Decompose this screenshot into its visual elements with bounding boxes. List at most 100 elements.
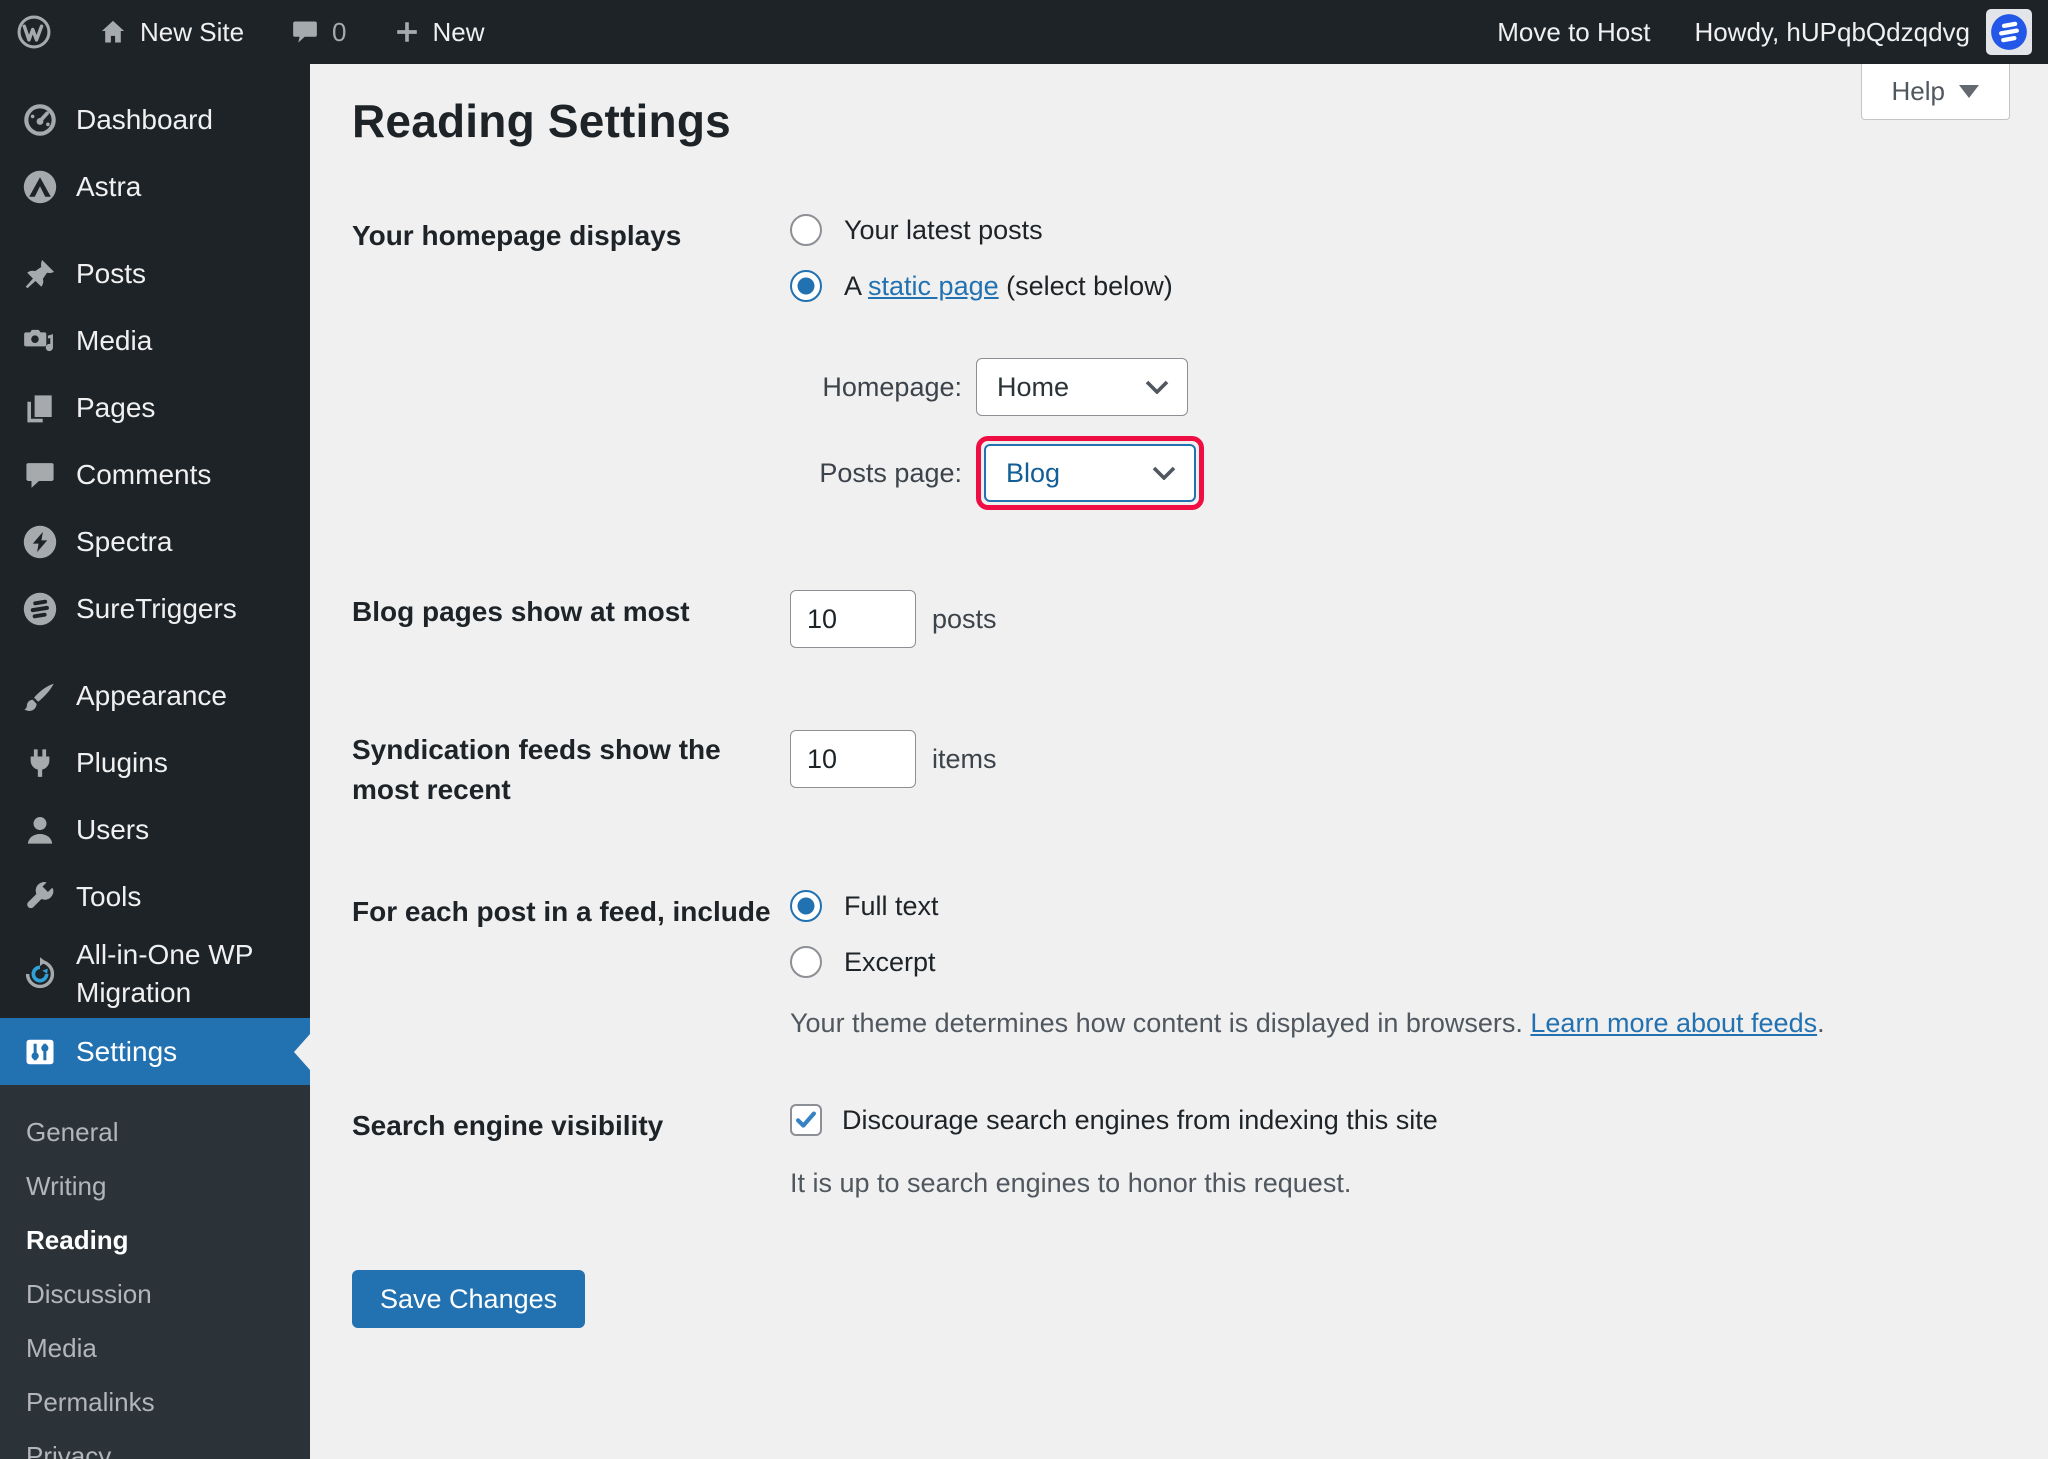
- submenu-item-media[interactable]: Media: [0, 1321, 310, 1375]
- pushpin-icon: [22, 256, 58, 292]
- avatar: [1986, 9, 2032, 55]
- sidebar-item-label: Comments: [76, 458, 212, 490]
- wordpress-logo-menu[interactable]: [16, 14, 52, 50]
- full-text-radio[interactable]: [790, 890, 822, 922]
- static-page-link[interactable]: static page: [868, 271, 999, 301]
- menu-separator: [0, 220, 310, 240]
- chevron-down-icon: [1152, 466, 1176, 480]
- menu-separator: [0, 642, 310, 662]
- page-title: Reading Settings: [352, 95, 731, 147]
- migration-icon: [22, 956, 58, 992]
- astra-icon: [22, 169, 58, 205]
- sidebar-item-label: Plugins: [76, 746, 168, 778]
- check-icon: [796, 1111, 816, 1128]
- help-button[interactable]: Help: [1860, 64, 2010, 120]
- sidebar-item-label: SureTriggers: [76, 592, 237, 624]
- sidebar-item-comments[interactable]: Comments: [0, 441, 310, 508]
- sidebar-item-users[interactable]: Users: [0, 796, 310, 863]
- sidebar-item-label: Dashboard: [76, 103, 213, 135]
- full-text-label: Full text: [844, 890, 939, 921]
- latest-posts-label: Your latest posts: [844, 214, 1043, 245]
- sidebar-item-settings[interactable]: Settings: [0, 1018, 310, 1085]
- pages-icon: [22, 390, 58, 426]
- feed-include-label: For each post in a feed, include: [352, 896, 771, 927]
- main-content: Reading Settings Your homepage displays …: [310, 64, 2048, 1459]
- posts-per-page-input[interactable]: [790, 590, 916, 648]
- blog-pages-row: Blog pages show at most posts: [352, 590, 2008, 648]
- settings-icon: [22, 1034, 58, 1070]
- sidebar-item-dashboard[interactable]: Dashboard: [0, 86, 310, 153]
- admin-sidebar: Dashboard Astra Posts Media Pages Commen…: [0, 64, 310, 1459]
- plus-icon: [393, 18, 421, 46]
- search-visibility-label: Search engine visibility: [352, 1110, 664, 1141]
- feed-items-input[interactable]: [790, 730, 916, 788]
- move-to-host-link[interactable]: Move to Host: [1497, 17, 1650, 48]
- sidebar-item-media[interactable]: Media: [0, 307, 310, 374]
- sidebar-item-pages[interactable]: Pages: [0, 374, 310, 441]
- excerpt-radio[interactable]: [790, 946, 822, 978]
- syndication-label: Syndication feeds show the most recent: [352, 734, 721, 805]
- discourage-indexing-checkbox[interactable]: [790, 1104, 822, 1136]
- wrench-icon: [22, 879, 58, 915]
- site-menu[interactable]: New Site: [98, 17, 244, 48]
- comment-count: 0: [332, 16, 347, 47]
- syndication-row: Syndication feeds show the most recent i…: [352, 728, 2008, 810]
- admin-bar: New Site 0 New Move to Host Howdy, hUPqb…: [0, 0, 2048, 64]
- save-changes-button[interactable]: Save Changes: [352, 1270, 586, 1328]
- submenu-item-writing[interactable]: Writing: [0, 1159, 310, 1213]
- howdy-text: Howdy, hUPqbQdzqdvg: [1694, 16, 1970, 47]
- sidebar-item-label: Settings: [76, 1035, 178, 1067]
- comment-bubble-icon: [22, 457, 58, 493]
- feed-include-row: For each post in a feed, include Full te…: [352, 890, 2008, 1040]
- homepage-displays-label: Your homepage displays: [352, 220, 682, 251]
- sidebar-item-appearance[interactable]: Appearance: [0, 662, 310, 729]
- homepage-select[interactable]: Home: [976, 358, 1188, 416]
- posts-unit-label: posts: [932, 603, 997, 634]
- user-icon: [22, 812, 58, 848]
- static-page-label: A static page (select below): [844, 270, 1173, 301]
- chevron-down-icon: [1145, 380, 1169, 394]
- sidebar-item-label: Media: [76, 324, 153, 356]
- sidebar-item-spectra[interactable]: Spectra: [0, 508, 310, 575]
- sidebar-item-posts[interactable]: Posts: [0, 240, 310, 307]
- media-icon: [22, 323, 58, 359]
- submenu-item-privacy[interactable]: Privacy: [0, 1429, 310, 1459]
- search-visibility-note: It is up to search engines to honor this…: [790, 1168, 1352, 1198]
- spectra-icon: [22, 524, 58, 560]
- dashboard-icon: [22, 102, 58, 138]
- settings-submenu: General Writing Reading Discussion Media…: [0, 1085, 310, 1459]
- submenu-item-general[interactable]: General: [0, 1105, 310, 1159]
- latest-posts-radio[interactable]: [790, 214, 822, 246]
- sidebar-item-all-in-one-wp-migration[interactable]: All-in-One WP Migration: [0, 930, 310, 1018]
- sidebar-item-label: All-in-One WP Migration: [76, 939, 253, 1008]
- submenu-item-permalinks[interactable]: Permalinks: [0, 1375, 310, 1429]
- posts-page-select-label: Posts page:: [819, 457, 962, 488]
- sidebar-item-plugins[interactable]: Plugins: [0, 729, 310, 796]
- reading-settings-form: Your homepage displays Your latest posts…: [352, 214, 2008, 1328]
- items-unit-label: items: [932, 743, 997, 774]
- paintbrush-icon: [22, 678, 58, 714]
- submenu-item-discussion[interactable]: Discussion: [0, 1267, 310, 1321]
- learn-more-feeds-link[interactable]: Learn more about feeds: [1530, 1008, 1817, 1038]
- discourage-indexing-label: Discourage search engines from indexing …: [842, 1104, 1438, 1135]
- submenu-item-reading[interactable]: Reading: [0, 1213, 310, 1267]
- comment-bubble-icon: [290, 17, 320, 47]
- comments-menu[interactable]: 0: [290, 16, 347, 48]
- site-name: New Site: [140, 16, 245, 47]
- sidebar-item-label: Spectra: [76, 525, 173, 557]
- sidebar-item-astra[interactable]: Astra: [0, 153, 310, 220]
- excerpt-label: Excerpt: [844, 946, 936, 977]
- wordpress-admin: New Site 0 New Move to Host Howdy, hUPqb…: [0, 0, 2048, 1459]
- posts-page-select[interactable]: Blog: [984, 444, 1196, 502]
- chevron-down-icon: [1959, 85, 1979, 98]
- wordpress-logo-icon: [16, 14, 52, 50]
- sidebar-item-label: Pages: [76, 391, 156, 423]
- account-menu[interactable]: Howdy, hUPqbQdzqdvg: [1694, 9, 2032, 55]
- static-page-radio[interactable]: [790, 270, 822, 302]
- sidebar-item-suretriggers[interactable]: SureTriggers: [0, 575, 310, 642]
- sidebar-item-tools[interactable]: Tools: [0, 863, 310, 930]
- homepage-select-label: Homepage:: [822, 371, 962, 402]
- new-content-menu[interactable]: New: [393, 17, 485, 48]
- search-visibility-row: Search engine visibility Discourage sear…: [352, 1104, 2008, 1200]
- home-icon: [98, 17, 128, 47]
